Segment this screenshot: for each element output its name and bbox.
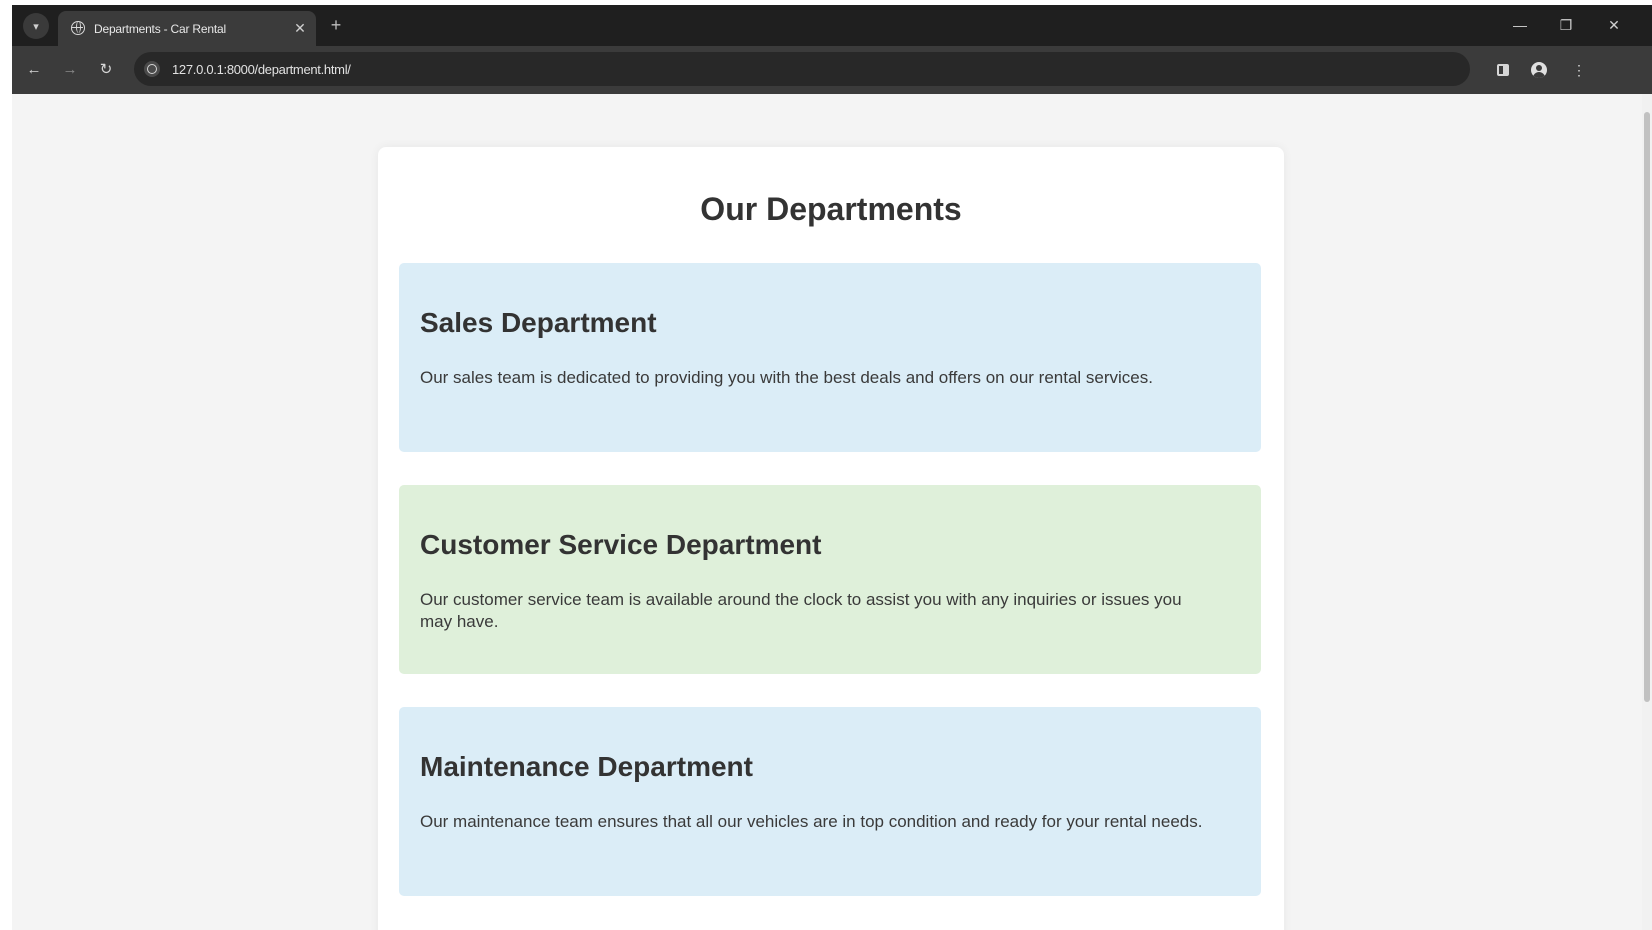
tab-search-chevron-icon[interactable]: ▾ bbox=[23, 13, 49, 39]
side-panel-icon[interactable] bbox=[1492, 59, 1514, 81]
minimize-icon[interactable]: — bbox=[1510, 15, 1530, 35]
site-info-icon[interactable] bbox=[144, 61, 160, 77]
restore-window-icon[interactable]: ❐ bbox=[1556, 15, 1576, 35]
reload-icon[interactable]: ↻ bbox=[94, 58, 118, 82]
globe-icon bbox=[71, 21, 85, 35]
new-tab-plus-icon[interactable]: + bbox=[326, 15, 346, 35]
vertical-scrollbar[interactable] bbox=[1642, 94, 1652, 930]
department-description: Our maintenance team ensures that all ou… bbox=[420, 812, 1203, 831]
department-title: Customer Service Department bbox=[420, 529, 822, 560]
page-title: Our Departments bbox=[700, 191, 962, 227]
address-bar[interactable]: 127.0.0.1:8000/department.html/ bbox=[134, 52, 1470, 86]
window-close-icon[interactable]: ✕ bbox=[1604, 15, 1624, 35]
department-description: Our sales team is dedicated to providing… bbox=[420, 368, 1153, 387]
screen: ▾ Departments - Car Rental ✕ + — ❐ ✕ ← →… bbox=[0, 0, 1652, 930]
back-arrow-icon[interactable]: ← bbox=[22, 58, 46, 82]
browser-window: ▾ Departments - Car Rental ✕ + — ❐ ✕ ← →… bbox=[12, 5, 1652, 930]
department-description: Our customer service team is available a… bbox=[420, 590, 1182, 631]
department-title: Maintenance Department bbox=[420, 751, 753, 782]
department-card-maintenance: Maintenance Department Our maintenance t… bbox=[399, 707, 1261, 896]
tab-close-icon[interactable]: ✕ bbox=[291, 19, 309, 37]
profile-avatar-icon[interactable] bbox=[1528, 59, 1550, 81]
browser-tab[interactable]: Departments - Car Rental ✕ bbox=[58, 11, 316, 46]
browser-toolbar: ← → ↻ 127.0.0.1:8000/department.html/ ⋮ bbox=[12, 46, 1652, 94]
scrollbar-thumb[interactable] bbox=[1644, 112, 1650, 702]
page-viewport: Our Departments Sales Department Our sal… bbox=[12, 94, 1652, 930]
department-title: Sales Department bbox=[420, 307, 657, 338]
departments-container: Our Departments Sales Department Our sal… bbox=[378, 147, 1284, 930]
kebab-menu-icon[interactable]: ⋮ bbox=[1568, 59, 1590, 81]
tab-strip: ▾ Departments - Car Rental ✕ + — ❐ ✕ bbox=[12, 5, 1652, 46]
department-card-customer-service: Customer Service Department Our customer… bbox=[399, 485, 1261, 674]
url-text[interactable]: 127.0.0.1:8000/department.html/ bbox=[172, 62, 351, 77]
tab-title: Departments - Car Rental bbox=[94, 22, 226, 36]
department-card-sales: Sales Department Our sales team is dedic… bbox=[399, 263, 1261, 452]
forward-arrow-icon[interactable]: → bbox=[58, 58, 82, 82]
